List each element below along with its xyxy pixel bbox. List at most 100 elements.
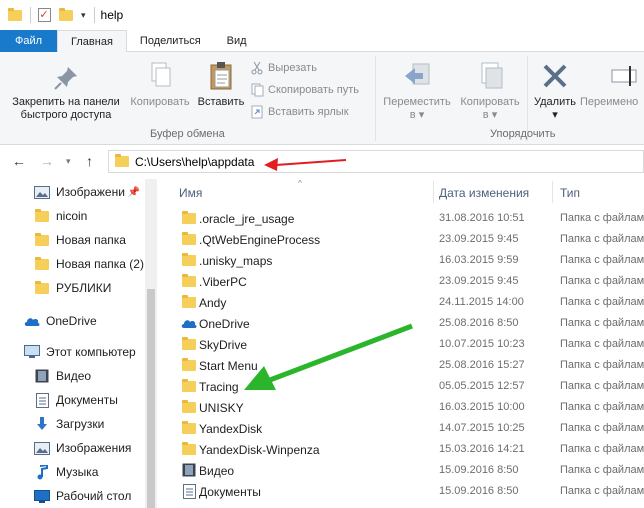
nav-item-music[interactable]: Музыка bbox=[0, 461, 145, 483]
table-row[interactable]: .oracle_jre_usage 31.08.2016 10:51 Папка с… bbox=[157, 208, 644, 229]
computer-icon bbox=[24, 345, 40, 359]
folder-icon bbox=[34, 280, 50, 295]
nav-pane-scrollbar[interactable] bbox=[145, 179, 157, 508]
new-folder-icon[interactable] bbox=[59, 7, 73, 22]
paste-shortcut-button[interactable]: Вставить ярлык bbox=[250, 105, 349, 119]
folder-icon bbox=[115, 154, 129, 167]
properties-icon[interactable]: ✓ bbox=[37, 8, 51, 22]
paste-shortcut-icon bbox=[250, 105, 264, 119]
table-row[interactable]: YandexDisk-Winpenza 15.03.2016 14:21 Папка… bbox=[157, 439, 644, 460]
file-name: .unisky_maps bbox=[199, 254, 273, 268]
table-row[interactable]: Andy 24.11.2015 14:00 Папка с файлами bbox=[157, 292, 644, 313]
nav-item-label: Новая папка (2) bbox=[56, 257, 144, 271]
file-type: Папка с файлами bbox=[560, 380, 644, 392]
scrollbar-thumb[interactable] bbox=[147, 289, 155, 508]
up-arrow-icon[interactable]: ↑ bbox=[86, 153, 93, 169]
nav-item-video[interactable]: Видео bbox=[0, 365, 145, 387]
nav-item-documents[interactable]: Документы bbox=[0, 389, 145, 411]
recent-locations-chevron-icon[interactable]: ▾ bbox=[66, 156, 71, 167]
pin-to-quick-access-button[interactable]: Закрепить на панели быстрого доступа bbox=[4, 64, 128, 122]
tab-home[interactable]: Главная bbox=[57, 30, 127, 53]
copy-button[interactable]: Копировать bbox=[126, 60, 194, 109]
divider bbox=[30, 7, 31, 23]
folder-icon bbox=[181, 252, 197, 267]
nav-item-onedrive[interactable]: OneDrive bbox=[0, 310, 145, 332]
column-header-date[interactable]: Дата изменения bbox=[439, 186, 529, 200]
delete-button[interactable]: Удалить ▾ bbox=[528, 60, 582, 122]
file-date: 31.08.2016 10:51 bbox=[439, 212, 525, 224]
column-divider[interactable] bbox=[433, 181, 434, 203]
nav-item-pictures[interactable]: Изображения bbox=[0, 437, 145, 459]
file-date: 25.08.2016 8:50 bbox=[439, 317, 519, 329]
folder-icon bbox=[181, 357, 197, 372]
delete-label: Удалить bbox=[534, 96, 576, 108]
clipboard-group-label: Буфер обмена bbox=[150, 128, 225, 140]
file-date: 10.07.2015 10:23 bbox=[439, 338, 525, 350]
table-row[interactable]: .unisky_maps 16.03.2015 9:59 Папка с файла… bbox=[157, 250, 644, 271]
file-type: Папка с файлами bbox=[560, 254, 644, 266]
copy-path-button[interactable]: Скопировать путь bbox=[250, 83, 359, 97]
copy-to-button[interactable]: Копировать в ▾ bbox=[454, 60, 526, 122]
nav-item-desktop[interactable]: Рабочий стол bbox=[0, 485, 145, 507]
nav-item-label: nicoin bbox=[56, 209, 88, 223]
tab-file[interactable]: Файл bbox=[0, 30, 58, 52]
folder-icon bbox=[181, 441, 197, 456]
copy-icon bbox=[151, 62, 171, 87]
file-name: Tracing bbox=[199, 380, 239, 394]
tab-view[interactable]: Вид bbox=[214, 30, 260, 52]
file-name: .QtWebEngineProcess bbox=[199, 233, 321, 247]
cut-label: Вырезать bbox=[268, 62, 317, 74]
folder-icon bbox=[34, 232, 50, 247]
column-header-name[interactable]: Имя bbox=[179, 186, 202, 200]
move-to-button[interactable]: Переместить в ▾ bbox=[378, 60, 456, 122]
cut-button[interactable]: Вырезать bbox=[250, 61, 317, 75]
copy-path-icon bbox=[250, 83, 264, 97]
address-path[interactable]: C:\Users\help\appdata bbox=[135, 155, 254, 169]
paste-button[interactable]: Вставить bbox=[192, 60, 250, 109]
address-bar[interactable]: C:\Users\help\appdata bbox=[108, 150, 644, 173]
nav-item-nicoin[interactable]: nicoin bbox=[0, 205, 145, 227]
paste-shortcut-label: Вставить ярлык bbox=[268, 106, 349, 118]
back-arrow-icon[interactable]: ← bbox=[12, 153, 26, 169]
scissors-icon bbox=[250, 61, 264, 75]
table-row[interactable]: YandexDisk 14.07.2015 10:25 Папка с файлам… bbox=[157, 418, 644, 439]
forward-arrow-icon[interactable]: → bbox=[40, 153, 54, 169]
organize-group-label: Упорядочить bbox=[490, 128, 556, 140]
nav-item-this-pc[interactable]: Этот компьютер bbox=[0, 341, 145, 363]
file-type: Папка с файлами bbox=[560, 401, 644, 413]
table-row[interactable]: Документы 15.09.2016 8:50 Папка с файлами bbox=[157, 481, 644, 502]
move-to-label-1: Переместить bbox=[383, 96, 451, 108]
downloads-icon bbox=[34, 417, 50, 431]
nav-item-new-folder[interactable]: Новая папка bbox=[0, 229, 145, 251]
folder-icon bbox=[181, 378, 197, 393]
chevron-down-icon: ▾ bbox=[552, 109, 558, 121]
ribbon-tabs: Файл Главная Поделиться Вид bbox=[0, 30, 644, 53]
file-type: Папка с файлами bbox=[560, 212, 644, 224]
rename-icon bbox=[611, 66, 637, 86]
quick-access-dropdown-icon[interactable]: ▾ bbox=[81, 10, 86, 21]
nav-item-new-folder-2[interactable]: Новая папка (2) bbox=[0, 253, 145, 275]
column-header-row: ^ Имя Дата изменения Тип bbox=[157, 179, 644, 206]
nav-item-downloads[interactable]: Загрузки bbox=[0, 413, 145, 435]
file-name: .oracle_jre_usage bbox=[199, 212, 295, 226]
nav-item-label: Музыка bbox=[56, 465, 99, 479]
documents-icon bbox=[181, 483, 197, 499]
rename-button[interactable]: Переимено bbox=[580, 60, 644, 109]
table-row[interactable]: UNISKY 16.03.2015 10:00 Папка с файлами bbox=[157, 397, 644, 418]
paste-label: Вставить bbox=[197, 96, 245, 108]
table-row[interactable]: Видео 15.09.2016 8:50 Папка с файлами bbox=[157, 460, 644, 481]
column-divider[interactable] bbox=[552, 181, 553, 203]
folder-icon bbox=[181, 399, 197, 414]
file-type: Папка с файлами bbox=[560, 485, 644, 497]
column-header-type[interactable]: Тип bbox=[560, 186, 580, 200]
nav-item-pictures-pinned[interactable]: Изображени 📌 bbox=[0, 181, 145, 203]
nav-item-label: РУБЛИКИ bbox=[56, 281, 112, 295]
nav-item-rubliki[interactable]: РУБЛИКИ bbox=[0, 277, 145, 299]
file-date: 15.03.2016 14:21 bbox=[439, 443, 525, 455]
tab-share[interactable]: Поделиться bbox=[127, 30, 214, 52]
table-row[interactable]: .ViberPC 23.09.2015 9:45 Папка с файлами bbox=[157, 271, 644, 292]
file-date: 25.08.2016 15:27 bbox=[439, 359, 525, 371]
pin-label-1: Закрепить на панели bbox=[12, 96, 120, 108]
table-row[interactable]: .QtWebEngineProcess 23.09.2015 9:45 Папка … bbox=[157, 229, 644, 250]
file-date: 16.03.2015 10:00 bbox=[439, 401, 525, 413]
